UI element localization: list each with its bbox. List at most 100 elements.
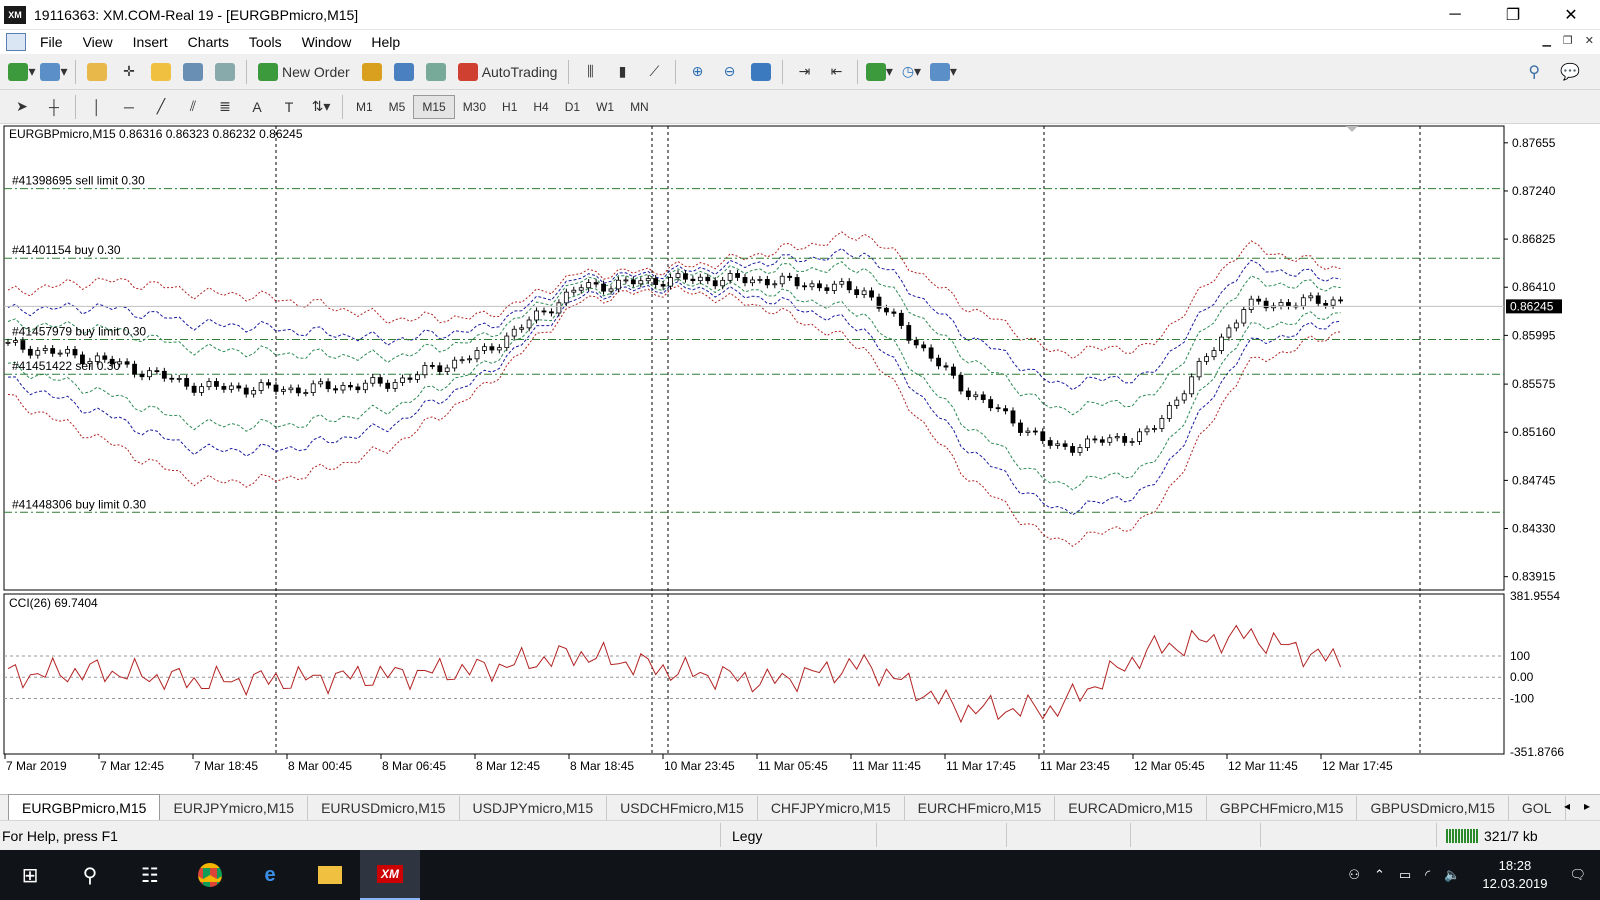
timeframe-w1[interactable]: W1 [588, 95, 622, 119]
signals-button[interactable] [390, 58, 418, 86]
tab-gbpchfmicro-m15[interactable]: GBPCHFmicro,M15 [1207, 796, 1358, 820]
tab-scroll-left-icon[interactable]: ◂ [1564, 799, 1570, 813]
auto-scroll-button[interactable]: ⇥ [790, 58, 818, 86]
menu-file[interactable]: File [30, 34, 73, 50]
mdi-close-icon[interactable]: ✕ [1585, 34, 1594, 47]
strategy-tester-button[interactable] [211, 58, 239, 86]
candle-body [1032, 430, 1038, 433]
chart-header: EURGBPmicro,M15 0.86316 0.86323 0.86232 … [9, 127, 303, 141]
text-tool[interactable]: A [243, 93, 271, 121]
windows-taskbar: ⊞ ⚲ ☷ e XM ⚇ ⌃ ▭ ◜ 🔈 18:28 12.03.2019 🗨 [0, 850, 1600, 900]
chrome-icon[interactable] [180, 850, 240, 900]
tab-gbpusdmicro-m15[interactable]: GBPUSDmicro,M15 [1357, 796, 1509, 820]
menu-tools[interactable]: Tools [239, 34, 292, 50]
timeframe-h1[interactable]: H1 [494, 95, 525, 119]
tile-windows-button[interactable] [747, 58, 775, 86]
timeframe-m15[interactable]: M15 [413, 94, 455, 119]
mdi-restore-icon[interactable]: ❐ [1563, 34, 1573, 47]
file-explorer-icon[interactable] [300, 850, 360, 900]
navigator-button[interactable] [147, 58, 175, 86]
templates-button[interactable]: ▾ [929, 58, 957, 86]
tab-usdchfmicro-m15[interactable]: USDCHFmicro,M15 [607, 796, 758, 820]
tab-usdjpymicro-m15[interactable]: USDJPYmicro,M15 [460, 796, 608, 820]
battery-icon[interactable]: ▭ [1399, 867, 1411, 883]
show-hidden-icon[interactable]: ⌃ [1374, 867, 1385, 883]
tab-gol[interactable]: GOL [1509, 796, 1566, 820]
indicators-button[interactable]: ▾ [865, 58, 893, 86]
tab-eurusdmicro-m15[interactable]: EURUSDmicro,M15 [308, 796, 460, 820]
autotrading-button[interactable]: AutoTrading [454, 58, 562, 86]
wifi-icon[interactable]: ◜ [1425, 867, 1430, 883]
chat-icon[interactable]: 💬 [1560, 62, 1580, 82]
tab-eurcadmicro-m15[interactable]: EURCADmicro,M15 [1055, 796, 1207, 820]
horizontal-line-tool[interactable]: ─ [115, 93, 143, 121]
minimize-button[interactable]: ─ [1426, 0, 1484, 30]
label-tool[interactable]: T [275, 93, 303, 121]
menu-charts[interactable]: Charts [178, 34, 239, 50]
timeframe-mn[interactable]: MN [622, 95, 657, 119]
order-label: #41448306 buy limit 0.30 [12, 497, 146, 511]
timeframe-d1[interactable]: D1 [557, 95, 588, 119]
candle-body [199, 386, 204, 393]
timeframe-h4[interactable]: H4 [525, 95, 556, 119]
people-icon[interactable]: ⚇ [1348, 867, 1360, 883]
tab-chfjpymicro-m15[interactable]: CHFJPYmicro,M15 [758, 796, 905, 820]
tab-eurjpymicro-m15[interactable]: EURJPYmicro,M15 [160, 796, 309, 820]
clock[interactable]: 18:28 12.03.2019 [1482, 857, 1547, 893]
timeframe-m5[interactable]: M5 [381, 95, 414, 119]
chart-window-icon[interactable] [6, 33, 26, 51]
trendline-tool[interactable]: ╱ [147, 93, 175, 121]
bar-chart-button[interactable]: ⫼ [576, 58, 604, 86]
candle-body [243, 387, 249, 395]
mdi-minimize-icon[interactable]: ▁ [1542, 34, 1550, 47]
volume-icon[interactable]: 🔈 [1444, 867, 1460, 883]
candlestick-button[interactable]: ▮ [608, 58, 636, 86]
menu-insert[interactable]: Insert [123, 34, 178, 50]
candle-body [482, 346, 487, 351]
tab-eurchfmicro-m15[interactable]: EURCHFmicro,M15 [905, 796, 1056, 820]
window-title: 19116363: XM.COM-Real 19 - [EURGBPmicro,… [34, 6, 359, 23]
profiles-button[interactable]: ▾ [40, 58, 68, 86]
tab-scroll-right-icon[interactable]: ▸ [1584, 799, 1590, 813]
periods-button[interactable]: ◷ ▾ [897, 58, 925, 86]
tab-eurgbpmicro-m15[interactable]: EURGBPmicro,M15 [8, 794, 161, 820]
menu-window[interactable]: Window [292, 34, 362, 50]
edge-icon[interactable]: e [240, 850, 300, 900]
line-chart-button[interactable]: ⟋ [640, 58, 668, 86]
terminal-button[interactable] [179, 58, 207, 86]
new-chart-button[interactable]: ▾ [8, 58, 36, 86]
data-window-button[interactable]: ✛ [115, 58, 143, 86]
search-icon[interactable]: ⚲ [60, 850, 120, 900]
vertical-line-tool[interactable]: │ [83, 93, 111, 121]
time-tick-label: 8 Mar 00:45 [288, 759, 352, 773]
menu-view[interactable]: View [73, 34, 123, 50]
zoom-out-button[interactable]: ⊖ [715, 58, 743, 86]
cursor-tool[interactable]: ➤ [8, 93, 36, 121]
timeframe-m30[interactable]: M30 [455, 95, 494, 119]
channel-tool[interactable]: ⫽ [179, 93, 207, 121]
crosshair-tool[interactable]: ┼ [40, 93, 68, 121]
candle-body [20, 340, 26, 350]
search-icon[interactable]: ⚲ [1528, 62, 1540, 82]
metaeditor-button[interactable] [358, 58, 386, 86]
fibonacci-tool[interactable]: ≣ [211, 93, 239, 121]
maximize-button[interactable]: ❐ [1484, 0, 1542, 30]
market-button[interactable] [422, 58, 450, 86]
close-button[interactable]: ✕ [1542, 0, 1600, 30]
new-order-button[interactable]: New Order [254, 58, 354, 86]
price-chart[interactable]: #41398695 sell limit 0.30 #41401154 buy 0… [0, 124, 1600, 774]
menu-help[interactable]: Help [361, 34, 410, 50]
market-watch-button[interactable] [83, 58, 111, 86]
chart-window[interactable]: #41398695 sell limit 0.30 #41401154 buy 0… [0, 124, 1600, 774]
task-view-icon[interactable]: ☷ [120, 850, 180, 900]
chart-shift-icon: ⇤ [830, 63, 843, 79]
arrows-tool[interactable]: ⇅▾ [307, 93, 335, 121]
connection-status[interactable]: 321/7 kb [1446, 828, 1538, 844]
notifications-icon[interactable]: 🗨 [1569, 867, 1586, 883]
chart-shift-button[interactable]: ⇤ [822, 58, 850, 86]
xm-terminal-icon[interactable]: XM [360, 850, 420, 900]
start-icon[interactable]: ⊞ [0, 850, 60, 900]
candle-body [489, 346, 495, 351]
timeframe-m1[interactable]: M1 [348, 95, 381, 119]
zoom-in-button[interactable]: ⊕ [683, 58, 711, 86]
